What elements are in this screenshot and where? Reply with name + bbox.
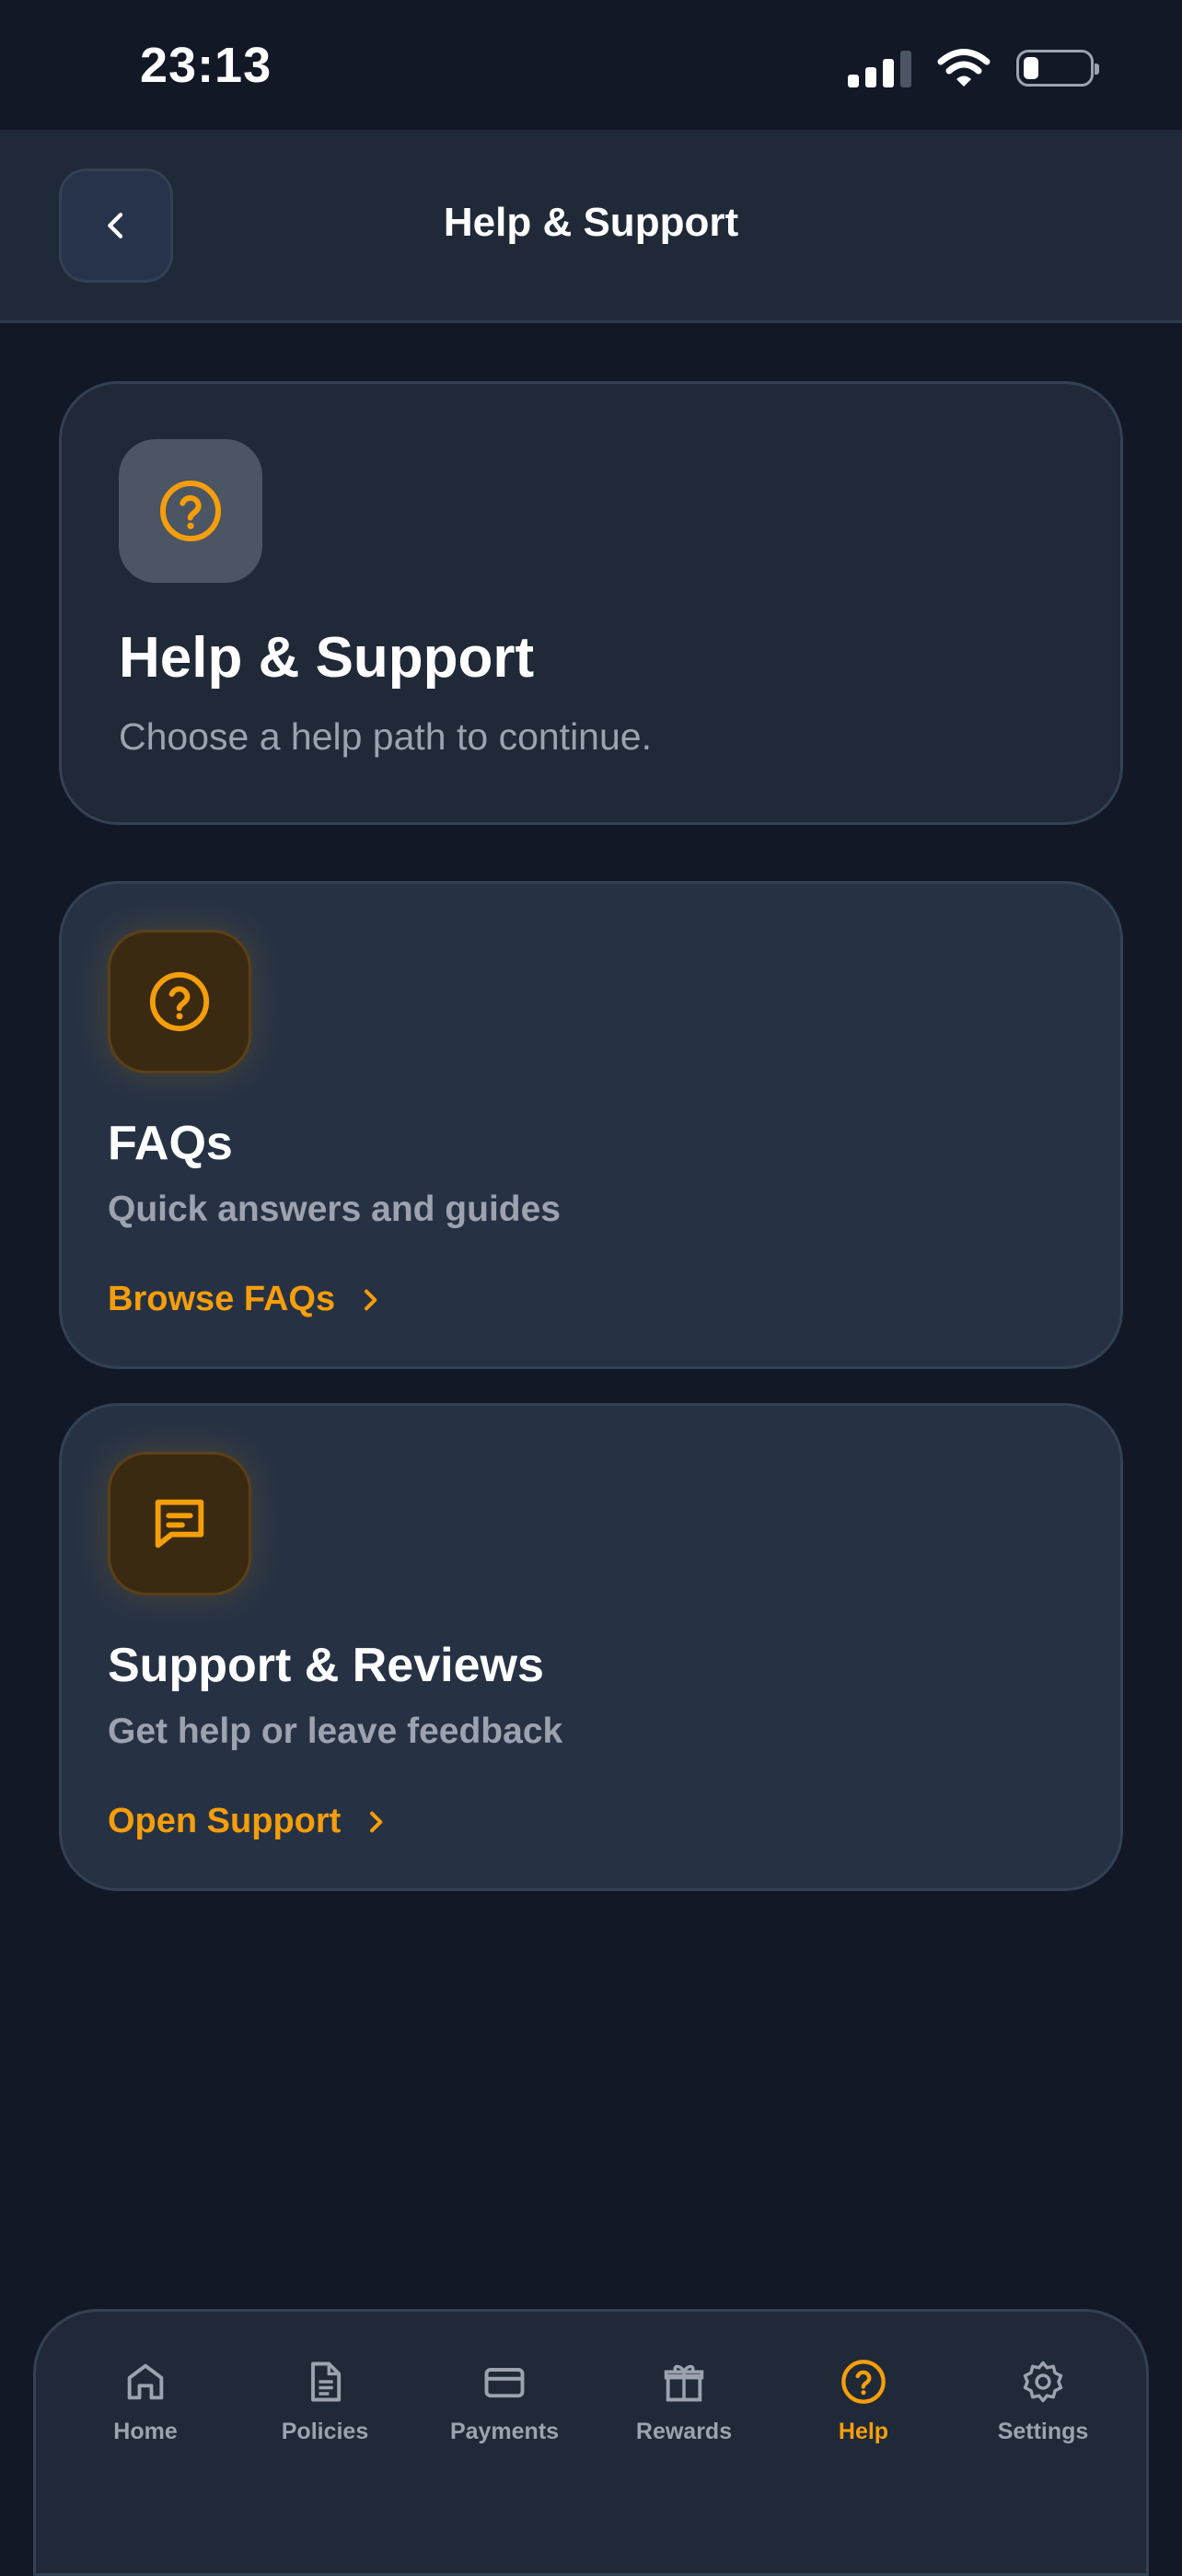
help-intro-card: Help & Support Choose a help path to con… [59, 381, 1123, 825]
nav-item-help[interactable]: Help [776, 2358, 951, 2445]
nav-label-payments: Payments [449, 2419, 560, 2444]
support-reviews-card[interactable]: Support & Reviews Get help or leave feed… [59, 1403, 1123, 1891]
support-subtitle: Get help or leave feedback [108, 1712, 563, 1751]
question-circle-icon [149, 971, 210, 1032]
credit-card-icon [484, 2368, 525, 2398]
hero-subtitle: Choose a help path to continue. [119, 715, 652, 758]
gear-icon [1023, 2361, 1063, 2403]
faqs-subtitle: Quick answers and guides [108, 1189, 561, 1229]
browse-faqs-label: Browse FAQs [108, 1280, 336, 1318]
status-icons [848, 48, 1099, 88]
support-icon-tile [108, 1452, 251, 1595]
nav-label-home: Home [113, 2419, 178, 2444]
nav-label-policies: Policies [281, 2419, 369, 2444]
chat-bubble-icon [155, 1499, 204, 1549]
faqs-icon-tile [108, 930, 251, 1073]
home-icon [127, 2363, 164, 2400]
browse-faqs-link[interactable]: Browse FAQs [108, 1280, 385, 1319]
nav-label-settings: Settings [997, 2419, 1089, 2444]
question-circle-icon [160, 481, 221, 541]
nav-item-payments[interactable]: Payments [417, 2358, 592, 2445]
chevron-right-icon [365, 1289, 377, 1310]
cellular-signal-icon [848, 49, 911, 87]
status-time: 23:13 [140, 38, 272, 93]
support-title: Support & Reviews [108, 1639, 544, 1692]
faqs-title: FAQs [108, 1117, 233, 1170]
open-support-link[interactable]: Open Support [108, 1802, 390, 1841]
nav-item-rewards[interactable]: Rewards [597, 2358, 771, 2445]
battery-icon [1016, 50, 1099, 87]
open-support-label: Open Support [108, 1802, 342, 1840]
nav-item-policies[interactable]: Policies [238, 2358, 412, 2445]
question-circle-icon [841, 2360, 886, 2404]
bottom-navigation: Home Policies Payments Rewards Help Sett… [33, 2309, 1149, 2576]
nav-item-home[interactable]: Home [58, 2358, 233, 2445]
hero-icon-tile [119, 439, 262, 583]
nav-label-help: Help [838, 2419, 889, 2444]
nav-label-rewards: Rewards [635, 2419, 733, 2444]
hero-title: Help & Support [119, 626, 535, 690]
nav-item-settings[interactable]: Settings [956, 2358, 1130, 2445]
page-title: Help & Support [443, 200, 739, 245]
faqs-card[interactable]: FAQs Quick answers and guides Browse FAQ… [59, 881, 1123, 1369]
gift-icon [664, 2364, 704, 2402]
wifi-icon [937, 49, 991, 87]
status-bar: 23:13 [0, 0, 1182, 130]
chevron-right-icon [370, 1811, 383, 1832]
top-app-bar: Help & Support [0, 130, 1182, 323]
document-icon [311, 2361, 342, 2402]
